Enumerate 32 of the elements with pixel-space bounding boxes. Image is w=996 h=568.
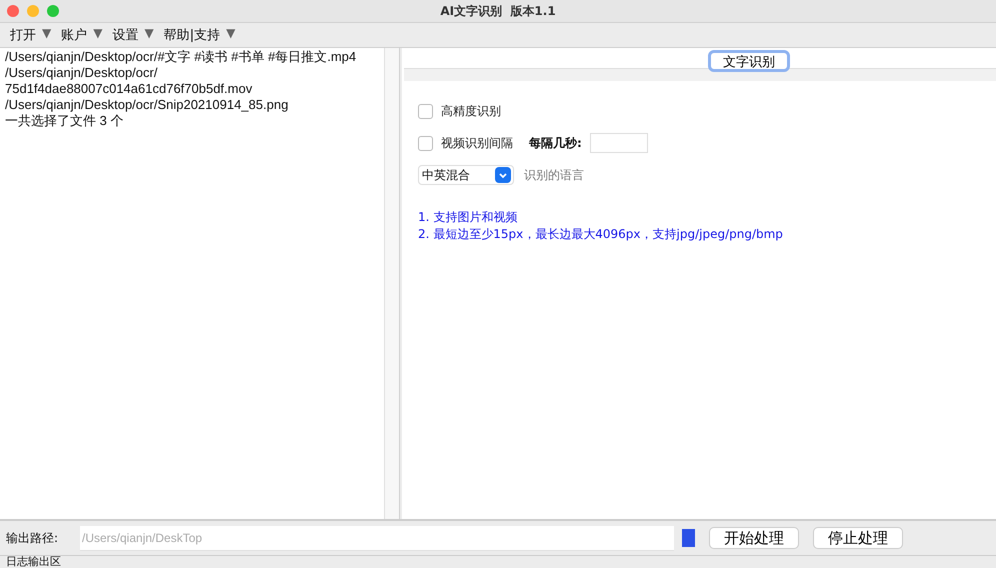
select-label: 识别的语言 bbox=[524, 166, 584, 184]
seconds-field[interactable] bbox=[590, 133, 648, 153]
file-list-line: /Users/qianjn/Desktop/ocr/Snip20210914_85.png bbox=[5, 97, 290, 113]
output-path-field[interactable]: /Users/qianjn/DeskTop bbox=[80, 526, 674, 550]
browse-button[interactable] bbox=[682, 529, 695, 547]
checkbox[interactable] bbox=[418, 104, 433, 118]
minimize-button[interactable] bbox=[27, 5, 39, 17]
file-list-line: 75d1f4dae88007c014a61cd76f70b5df.mov bbox=[5, 81, 254, 97]
chevron-down-icon bbox=[495, 167, 511, 183]
window-title: AI文字识别 版本1.1 bbox=[440, 2, 556, 20]
action-button[interactable]: 开始处理 bbox=[709, 527, 799, 549]
menu-item[interactable]: 打开 ▼ bbox=[10, 26, 52, 44]
tab[interactable]: 文字识别 bbox=[708, 50, 790, 72]
output-label: 输出路径: bbox=[6, 530, 60, 546]
menu-item[interactable]: 帮助|支持 ▼ bbox=[164, 26, 236, 44]
file-list-line: /Users/qianjn/Desktop/ocr/ bbox=[5, 65, 158, 81]
action-button[interactable]: 停止处理 bbox=[813, 527, 903, 549]
menu-item[interactable]: 设置 ▼ bbox=[112, 26, 154, 44]
checkbox[interactable] bbox=[418, 136, 433, 150]
scrollbar[interactable] bbox=[384, 48, 400, 519]
file-list-line: 一共选择了文件 3 个 bbox=[5, 113, 124, 129]
log-label: 日志输出区 bbox=[0, 555, 996, 568]
zoom-button[interactable] bbox=[47, 5, 59, 17]
info-note: 1. 支持图片和视频 bbox=[418, 209, 518, 226]
info-note: 2. 最短边至少15px，最长边最大4096px，支持jpg/jpeg/png/bmp bbox=[418, 226, 784, 243]
field-label: 每隔几秒: bbox=[529, 134, 582, 152]
file-list-line: /Users/qianjn/Desktop/ocr/#文字 #读书 #书单 #每日推文.mp4 bbox=[5, 49, 358, 65]
menu-item[interactable]: 账户 ▼ bbox=[61, 26, 102, 44]
language-select[interactable]: 中英混合 bbox=[418, 165, 514, 185]
checkbox-label: 高精度识别 bbox=[441, 102, 501, 120]
close-button[interactable] bbox=[7, 5, 19, 17]
checkbox-label: 视频识别间隔 bbox=[441, 134, 513, 152]
